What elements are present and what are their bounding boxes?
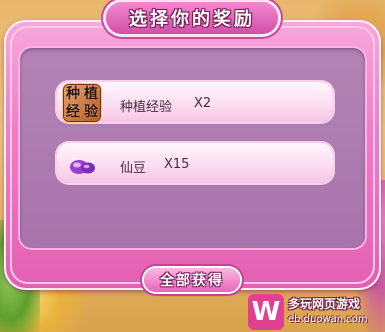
icon-char: 植 (84, 86, 98, 102)
duowan-logo: W (248, 294, 284, 330)
watermark-url: eb.duowan.com (288, 314, 368, 325)
dialog-title-plate: 选择你的奖励 (106, 2, 278, 34)
collect-all-label: 全部获得 (160, 273, 224, 289)
icon-char: 验 (84, 104, 98, 120)
purple-bean-icon (64, 146, 100, 182)
site-watermark: W 多玩网页游戏 eb.duowan.com (248, 294, 383, 330)
planting-experience-icon: 种 植 经 验 (64, 85, 100, 121)
reward-quantity: X2 (194, 96, 212, 111)
reward-label: 仙豆 (120, 161, 147, 176)
icon-char: 经 (66, 104, 80, 120)
dialog-title: 选择你的奖励 (129, 9, 255, 30)
icon-char: 种 (66, 86, 80, 102)
collect-all-button[interactable]: 全部获得 (144, 268, 240, 292)
reward-label: 种植经验 (120, 100, 173, 115)
bean-graphic (70, 157, 95, 174)
watermark-title: 多玩网页游戏 (288, 297, 361, 311)
reward-quantity: X15 (164, 157, 190, 172)
